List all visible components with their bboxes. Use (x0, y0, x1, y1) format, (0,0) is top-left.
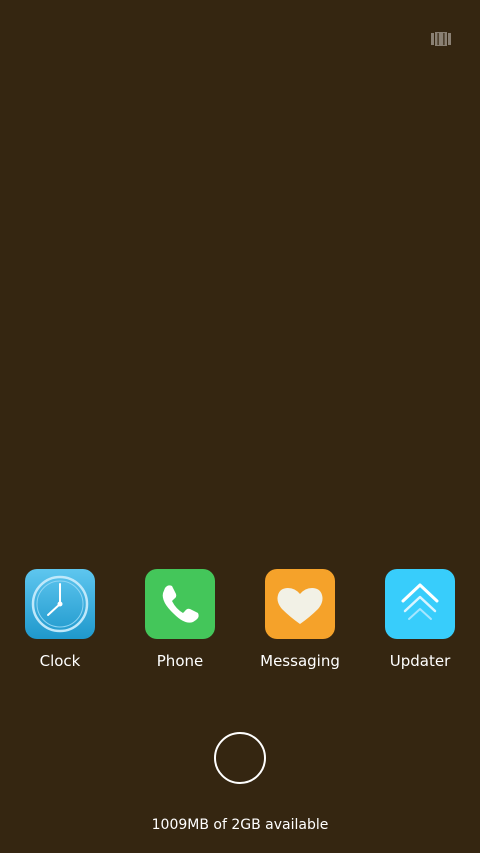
memory-available-text: 1009MB of 2GB available (151, 817, 329, 833)
app-phone[interactable]: Phone (125, 569, 235, 679)
home-button[interactable] (214, 732, 266, 784)
clock-icon[interactable] (25, 569, 95, 639)
chevron-up-icon[interactable] (385, 569, 455, 639)
app-label-clock: Clock (39, 652, 81, 670)
phone-icon[interactable] (145, 569, 215, 639)
app-label-phone: Phone (156, 652, 204, 670)
app-row: Clock Phone Messaging Updater (0, 569, 480, 679)
heart-icon[interactable] (265, 569, 335, 639)
app-label-messaging: Messaging (260, 652, 340, 670)
app-label-updater: Updater (389, 652, 451, 670)
app-messaging[interactable]: Messaging (245, 569, 355, 679)
recent-apps-icon[interactable] (431, 31, 451, 46)
app-updater[interactable]: Updater (365, 569, 475, 679)
app-clock[interactable]: Clock (5, 569, 115, 679)
